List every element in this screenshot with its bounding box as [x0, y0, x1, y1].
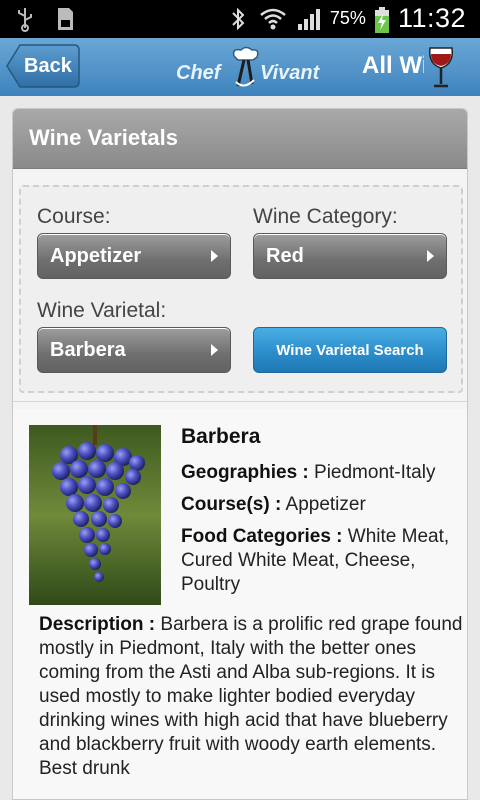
wine-name: Barbera [181, 425, 261, 448]
wine-varietal-select-value: Barbera [50, 339, 126, 361]
brand-text-left: Chef [176, 62, 221, 84]
filter-box: Course: Appetizer Wine Category: Red Win… [19, 185, 463, 393]
courses-label: Course(s) : [181, 494, 282, 515]
grape-image [29, 425, 161, 605]
app-header: Back Chef Vivant All Wi [0, 38, 480, 96]
geographies-value: Piedmont-Italy [314, 462, 436, 483]
panel-title: Wine Varietals [29, 125, 178, 150]
wine-varietal-search-button[interactable]: Wine Varietal Search [253, 327, 447, 373]
clock-time: 11:32 [397, 3, 466, 33]
battery-charging-icon [374, 6, 390, 33]
status-bar: 75% 11:32 [0, 0, 480, 38]
food-categories-label: Food Categories : [181, 526, 343, 547]
bluetooth-icon [228, 6, 250, 32]
wine-category-select-value: Red [266, 245, 304, 267]
chevron-right-icon [211, 250, 218, 262]
course-select[interactable]: Appetizer [37, 233, 231, 279]
search-button-label: Wine Varietal Search [276, 342, 424, 359]
all-wines-link[interactable]: All Wi [362, 52, 424, 80]
description: Description : Barbera is a prolific red … [39, 613, 463, 781]
brand-text-right: Vivant [260, 62, 320, 84]
chevron-right-icon [211, 344, 218, 356]
battery-percent: 75% [329, 8, 366, 28]
back-button[interactable]: Back [6, 44, 80, 88]
description-text: Barbera is a prolific red grape found mo… [39, 614, 463, 779]
course-select-value: Appetizer [50, 245, 142, 267]
geographies-label: Geographies : [181, 462, 309, 483]
geographies-row: Geographies : Piedmont-Italy [181, 461, 465, 485]
usb-icon [14, 6, 36, 32]
back-label: Back [24, 55, 72, 77]
food-categories-row: Food Categories : White Meat, Cured Whit… [181, 525, 465, 597]
description-label: Description : [39, 614, 156, 635]
course-label: Course: [37, 205, 111, 228]
wifi-icon [258, 6, 288, 32]
signal-icon [296, 6, 322, 32]
wine-varietal-select[interactable]: Barbera [37, 327, 231, 373]
courses-row: Course(s) : Appetizer [181, 493, 465, 517]
chef-vivant-logo: Chef Vivant [176, 46, 326, 90]
courses-value: Appetizer [285, 494, 366, 515]
chevron-right-icon [427, 250, 434, 262]
wine-varietals-panel: Wine Varietals Course: Appetizer Wine Ca… [12, 108, 468, 800]
divider [13, 401, 467, 402]
result-card: Barbera Geographies : Piedmont-Italy Cou… [13, 409, 467, 799]
wine-varietal-label: Wine Varietal: [37, 299, 167, 322]
chef-hat-icon [228, 46, 262, 95]
wine-glass-icon[interactable] [426, 46, 456, 95]
wine-category-label: Wine Category: [253, 205, 398, 228]
sd-card-icon [54, 6, 76, 32]
wine-category-select[interactable]: Red [253, 233, 447, 279]
